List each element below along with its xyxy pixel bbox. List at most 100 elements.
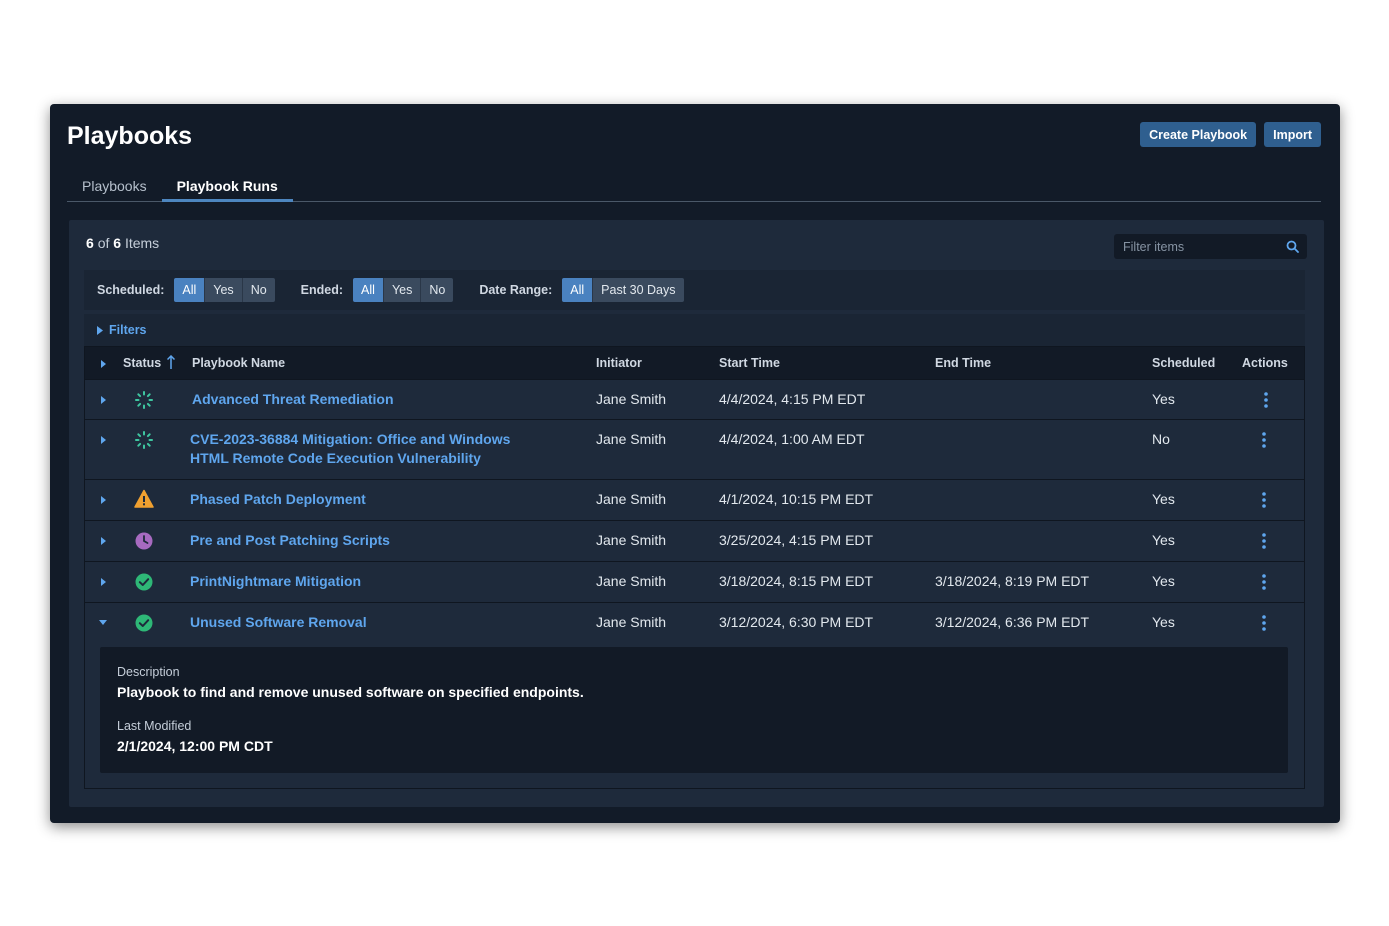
scheduled-cell: No	[1152, 431, 1170, 447]
check-circle-icon	[135, 573, 153, 591]
scheduled-filter-all[interactable]: All	[174, 278, 206, 302]
playbook-name-link[interactable]: Pre and Post Patching Scripts	[190, 531, 390, 550]
check-circle-icon	[135, 614, 153, 632]
expand-row-icon[interactable]	[97, 494, 109, 506]
start-time-cell: 3/25/2024, 4:15 PM EDT	[719, 532, 874, 548]
runs-panel: 6 of 6 Items Scheduled: All Yes No Ended…	[69, 220, 1324, 807]
playbook-name-link[interactable]: CVE-2023-36884 Mitigation: Office and Wi…	[190, 430, 510, 468]
tab-bar: Playbooks Playbook Runs	[67, 172, 1321, 202]
table-row-expanded[interactable]: Unused Software Removal Jane Smith 3/12/…	[85, 603, 1304, 790]
table-row[interactable]: Pre and Post Patching Scripts Jane Smith…	[85, 521, 1304, 562]
app-window: Playbooks Create Playbook Import Playboo…	[50, 104, 1340, 823]
start-time-cell: 3/18/2024, 8:15 PM EDT	[719, 573, 874, 589]
collapse-row-icon[interactable]	[97, 616, 109, 628]
initiator-cell: Jane Smith	[596, 391, 667, 407]
column-status-label: Status	[123, 356, 162, 370]
expand-row-icon[interactable]	[97, 434, 109, 446]
start-time-cell: 4/4/2024, 1:00 AM EDT	[719, 431, 865, 447]
header-actions: Create Playbook Import	[1140, 122, 1321, 147]
running-spinner-icon	[135, 431, 153, 449]
clock-icon	[135, 532, 153, 550]
table-row[interactable]: Advanced Threat Remediation Jane Smith 4…	[85, 380, 1304, 420]
column-playbook-name[interactable]: Playbook Name	[192, 347, 285, 380]
expand-row-icon[interactable]	[97, 576, 109, 588]
sort-ascending-icon	[166, 354, 175, 369]
column-end-time[interactable]: End Time	[935, 347, 991, 380]
item-count-shown: 6	[86, 235, 94, 251]
playbook-name-link[interactable]: Unused Software Removal	[190, 613, 367, 632]
ended-filter-no[interactable]: No	[421, 278, 454, 302]
kebab-menu-icon[interactable]	[1256, 430, 1272, 450]
ended-filter-all[interactable]: All	[353, 278, 384, 302]
warning-icon	[134, 489, 154, 508]
scheduled-cell: Yes	[1152, 391, 1175, 407]
expand-row-icon[interactable]	[97, 535, 109, 547]
create-playbook-button[interactable]: Create Playbook	[1140, 122, 1257, 147]
scheduled-filter-yes[interactable]: Yes	[205, 278, 243, 302]
kebab-menu-icon[interactable]	[1256, 572, 1272, 592]
playbook-name-link[interactable]: PrintNightmare Mitigation	[190, 572, 361, 591]
playbook-name-link[interactable]: Phased Patch Deployment	[190, 490, 366, 509]
filter-input[interactable]	[1114, 234, 1307, 259]
table-row[interactable]: PrintNightmare Mitigation Jane Smith 3/1…	[85, 562, 1304, 603]
filters-toggle-label: Filters	[109, 323, 147, 337]
table-row[interactable]: Phased Patch Deployment Jane Smith 4/1/2…	[85, 480, 1304, 521]
caret-right-icon	[97, 325, 103, 335]
description-label: Description	[117, 665, 180, 679]
expand-row-icon[interactable]	[97, 394, 109, 406]
start-time-cell: 4/1/2024, 10:15 PM EDT	[719, 491, 874, 507]
playbook-name-line-2: HTML Remote Code Execution Vulnerability	[190, 450, 481, 466]
item-count-of: of	[97, 235, 110, 251]
tab-playbooks[interactable]: Playbooks	[67, 172, 162, 202]
scheduled-filter-label: Scheduled:	[97, 283, 165, 297]
ended-filter-yes[interactable]: Yes	[383, 278, 422, 302]
tab-playbook-runs[interactable]: Playbook Runs	[161, 172, 293, 202]
scheduled-cell: Yes	[1152, 491, 1175, 507]
scheduled-filter-group: All Yes No	[174, 278, 275, 302]
scheduled-cell: Yes	[1152, 532, 1175, 548]
playbook-name-line-1: CVE-2023-36884 Mitigation: Office and Wi…	[190, 431, 511, 447]
last-modified-value: 2/1/2024, 12:00 PM CDT	[117, 738, 273, 754]
scheduled-filter-no[interactable]: No	[242, 278, 275, 302]
initiator-cell: Jane Smith	[596, 573, 667, 589]
initiator-cell: Jane Smith	[596, 614, 667, 630]
last-modified-label: Last Modified	[117, 719, 192, 733]
date-range-filter-group: All Past 30 Days	[562, 278, 684, 302]
end-time-cell: 3/12/2024, 6:36 PM EDT	[935, 614, 1090, 630]
ended-filter-group: All Yes No	[353, 278, 454, 302]
item-count: 6 of 6 Items	[86, 235, 159, 251]
ended-filter-label: Ended:	[300, 283, 344, 297]
scheduled-cell: Yes	[1152, 614, 1175, 630]
search-icon[interactable]	[1286, 240, 1299, 253]
date-range-filter-past-30-days[interactable]: Past 30 Days	[593, 278, 684, 302]
filter-box	[1114, 234, 1307, 259]
initiator-cell: Jane Smith	[596, 532, 667, 548]
kebab-menu-icon[interactable]	[1256, 490, 1272, 510]
kebab-menu-icon[interactable]	[1256, 613, 1272, 633]
scheduled-cell: Yes	[1152, 573, 1175, 589]
kebab-menu-icon[interactable]	[1256, 531, 1272, 551]
filters-toggle[interactable]: Filters	[84, 314, 1305, 346]
end-time-cell: 3/18/2024, 8:19 PM EDT	[935, 573, 1090, 589]
start-time-cell: 3/12/2024, 6:30 PM EDT	[719, 614, 874, 630]
column-scheduled[interactable]: Scheduled	[1152, 347, 1215, 380]
column-start-time[interactable]: Start Time	[719, 347, 780, 380]
table-header: Status Playbook Name Initiator Start Tim…	[85, 347, 1304, 380]
column-initiator[interactable]: Initiator	[596, 347, 642, 380]
initiator-cell: Jane Smith	[596, 431, 667, 447]
column-status[interactable]: Status	[123, 347, 175, 380]
initiator-cell: Jane Smith	[596, 491, 667, 507]
page-title: Playbooks	[67, 122, 193, 150]
date-range-filter-all[interactable]: All	[562, 278, 594, 302]
column-actions: Actions	[1242, 356, 1288, 370]
row-detail-panel: Description Playbook to find and remove …	[100, 647, 1288, 773]
start-time-cell: 4/4/2024, 4:15 PM EDT	[719, 391, 866, 407]
import-button[interactable]: Import	[1264, 122, 1321, 147]
playbook-name-link[interactable]: Advanced Threat Remediation	[192, 390, 394, 409]
expand-all-icon[interactable]	[97, 358, 109, 370]
kebab-menu-icon[interactable]	[1258, 390, 1274, 410]
quick-filter-bar: Scheduled: All Yes No Ended: All Yes No …	[84, 270, 1305, 310]
table-row[interactable]: CVE-2023-36884 Mitigation: Office and Wi…	[85, 420, 1304, 480]
date-range-filter-label: Date Range:	[479, 283, 553, 297]
item-count-label: Items	[124, 235, 160, 251]
